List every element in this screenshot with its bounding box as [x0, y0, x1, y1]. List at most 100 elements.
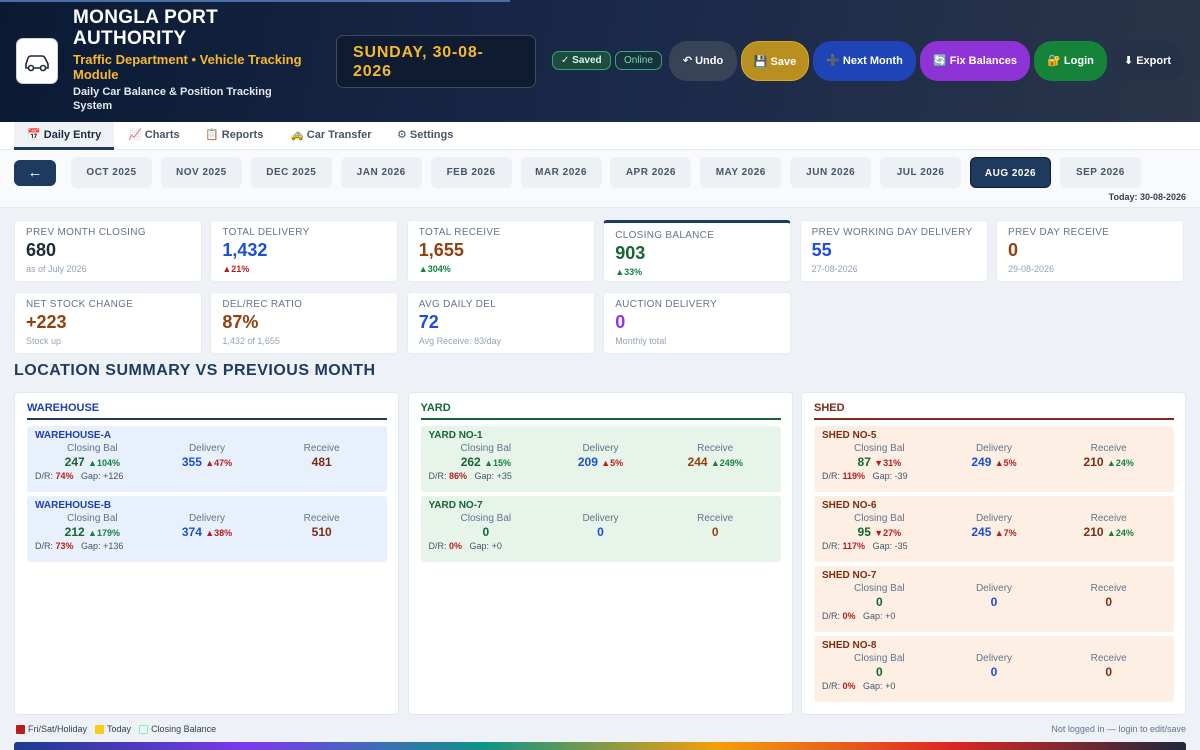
- kpi-subtext: Avg Receive: 83/day: [418, 336, 502, 346]
- prev-months-button[interactable]: ←: [14, 160, 56, 186]
- receive-value: 0: [1105, 595, 1113, 609]
- main-tabs: 📅 Daily Entry 📈 Charts 📋 Reports 🚕 Car T…: [0, 122, 1200, 150]
- delivery-value: 355: [181, 455, 202, 469]
- gap-label: Gap:: [81, 471, 101, 481]
- panel-title: SHED: [814, 402, 1174, 420]
- receive-label: Receive: [1090, 653, 1127, 664]
- location-card[interactable]: WAREHOUSE-A Closing Bal 247 ▲104% Delivery 3…: [27, 426, 387, 492]
- dr-value: 119%: [842, 471, 866, 481]
- receive-label: Receive: [303, 513, 340, 524]
- gap-value: +35: [496, 471, 512, 481]
- change-indicator: ▲47%: [205, 458, 233, 468]
- delivery-value: 0: [990, 595, 998, 609]
- month-tab[interactable]: OCT 2025: [71, 157, 152, 188]
- kpi-subtext: ▲33%: [615, 267, 643, 277]
- kpi-value: 903: [615, 243, 646, 263]
- closing-value: 0: [875, 665, 883, 679]
- month-tab[interactable]: APR 2026: [610, 157, 692, 188]
- month-tab[interactable]: SEP 2026: [1059, 157, 1141, 188]
- section-title: LOCATION SUMMARY VS PREVIOUS MONTH: [14, 362, 376, 379]
- today-label: Today: 30-08-2026: [1108, 192, 1186, 202]
- closing-label: Closing Bal: [854, 513, 905, 524]
- month-tab[interactable]: MAY 2026: [700, 157, 782, 188]
- location-card[interactable]: SHED NO-6 Closing Bal 95 ▼27% Delivery 245 ▲…: [814, 496, 1174, 562]
- kpi-card: PREV MONTH CLOSING 680 as of July 2026: [14, 220, 202, 282]
- change-indicator: ▲104%: [88, 458, 120, 468]
- dr-label: D/R:: [822, 541, 840, 551]
- month-tab[interactable]: DEC 2025: [250, 157, 332, 188]
- location-card[interactable]: SHED NO-8 Closing Bal 0 Delivery 0 Receive 0 D/…: [814, 636, 1174, 702]
- month-tab[interactable]: JUL 2026: [880, 157, 962, 188]
- gap-value: +0: [491, 541, 502, 551]
- location-name: YARD NO-7: [428, 500, 483, 511]
- change-indicator: ▼31%: [874, 458, 902, 468]
- month-tab[interactable]: JUN 2026: [790, 157, 872, 188]
- kpi-label: PREV MONTH CLOSING: [26, 227, 146, 238]
- kpi-card: CLOSING BALANCE 903 ▲33%: [603, 220, 792, 282]
- gap-value: -39: [894, 471, 908, 481]
- kpi-label: PREV WORKING DAY DELIVERY: [811, 227, 973, 238]
- fix-balances-button[interactable]: 🔄 Fix Balances: [920, 41, 1030, 81]
- header-accent-line: [0, 0, 510, 2]
- delivery-label: Delivery: [188, 443, 226, 454]
- kpi-subtext: ▲21%: [222, 264, 250, 274]
- today-swatch: [95, 724, 105, 734]
- month-tab[interactable]: FEB 2026: [430, 157, 512, 188]
- change-indicator: ▲5%: [994, 458, 1017, 468]
- gap-label: Gap:: [872, 541, 893, 551]
- dr-label: D/R:: [822, 611, 840, 621]
- kpi-value: 1,432: [222, 240, 268, 260]
- legend-holiday: Fri/Sat/Holiday: [28, 724, 88, 734]
- closing-value: 0: [482, 525, 490, 539]
- tab-car-transfer[interactable]: 🚕 Car Transfer: [277, 122, 385, 150]
- tab-daily-entry[interactable]: 📅 Daily Entry: [14, 122, 115, 150]
- next-month-button[interactable]: ➕ Next Month: [813, 41, 916, 81]
- month-tab[interactable]: MAR 2026: [520, 157, 602, 188]
- closing-value: 212: [64, 525, 85, 539]
- car-logo-icon: [16, 38, 58, 84]
- closing-value: 247: [64, 455, 85, 469]
- kpi-label: AVG DAILY DEL: [418, 299, 497, 310]
- tab-reports[interactable]: 📋 Reports: [192, 122, 276, 150]
- dr-label: D/R:: [428, 471, 447, 481]
- delivery-value: 209: [577, 455, 598, 469]
- ratio-line: D/R: 86% Gap: +35: [429, 471, 773, 481]
- kpi-subtext: 1,432 of 1,655: [222, 336, 280, 346]
- location-card[interactable]: SHED NO-7 Closing Bal 0 Delivery 0 Receive 0 D/…: [814, 566, 1174, 632]
- location-name: SHED NO-8: [822, 640, 877, 651]
- kpi-card: TOTAL RECEIVE 1,655 ▲304%: [406, 220, 595, 282]
- receive-label: Receive: [1090, 513, 1127, 524]
- delivery-label: Delivery: [188, 513, 226, 524]
- receive-value: 510: [311, 525, 332, 539]
- delivery-value: 0: [990, 665, 998, 679]
- delivery-label: Delivery: [975, 443, 1013, 454]
- kpi-card: PREV WORKING DAY DELIVERY 55 27-08-2026: [799, 220, 988, 282]
- dr-value: 0%: [842, 681, 856, 691]
- save-button[interactable]: 💾 Save: [741, 41, 809, 81]
- kpi-card: TOTAL DELIVERY 1,432 ▲21%: [210, 220, 399, 282]
- location-card[interactable]: SHED NO-5 Closing Bal 87 ▼31% Delivery 249 ▲…: [814, 426, 1174, 492]
- legend-closing: Closing Balance: [151, 724, 217, 734]
- closing-label: Closing Bal: [854, 583, 905, 594]
- receive-value: 0: [1105, 665, 1113, 679]
- ratio-line: D/R: 73% Gap: +136: [35, 541, 379, 551]
- tab-charts[interactable]: 📈 Charts: [115, 122, 193, 150]
- location-panel: YARD YARD NO-1 Closing Bal 262 ▲15% Delivery…: [407, 392, 793, 715]
- location-card[interactable]: YARD NO-1 Closing Bal 262 ▲15% Delivery 209 …: [420, 426, 781, 492]
- export-button[interactable]: ⬇ Export: [1111, 41, 1184, 81]
- change-indicator: ▲24%: [1106, 458, 1134, 468]
- receive-value: 481: [311, 455, 332, 469]
- receive-label: Receive: [1090, 583, 1127, 594]
- tab-settings[interactable]: ⚙ Settings: [384, 122, 466, 150]
- location-card[interactable]: WAREHOUSE-B Closing Bal 212 ▲179% Delivery 3…: [27, 496, 387, 562]
- undo-button[interactable]: ↶ Undo: [669, 41, 737, 81]
- delivery-value: 249: [971, 455, 992, 469]
- month-tab[interactable]: JAN 2026: [340, 157, 422, 188]
- login-button[interactable]: 🔐 Login: [1034, 41, 1107, 81]
- location-card[interactable]: YARD NO-7 Closing Bal 0 Delivery 0 Receive 0 D/…: [420, 496, 781, 562]
- month-tab[interactable]: NOV 2025: [160, 157, 242, 188]
- dr-label: D/R:: [822, 471, 840, 481]
- month-tab[interactable]: AUG 2026: [970, 157, 1051, 188]
- delivery-value: 374: [181, 525, 202, 539]
- kpi-value: 72: [418, 312, 439, 332]
